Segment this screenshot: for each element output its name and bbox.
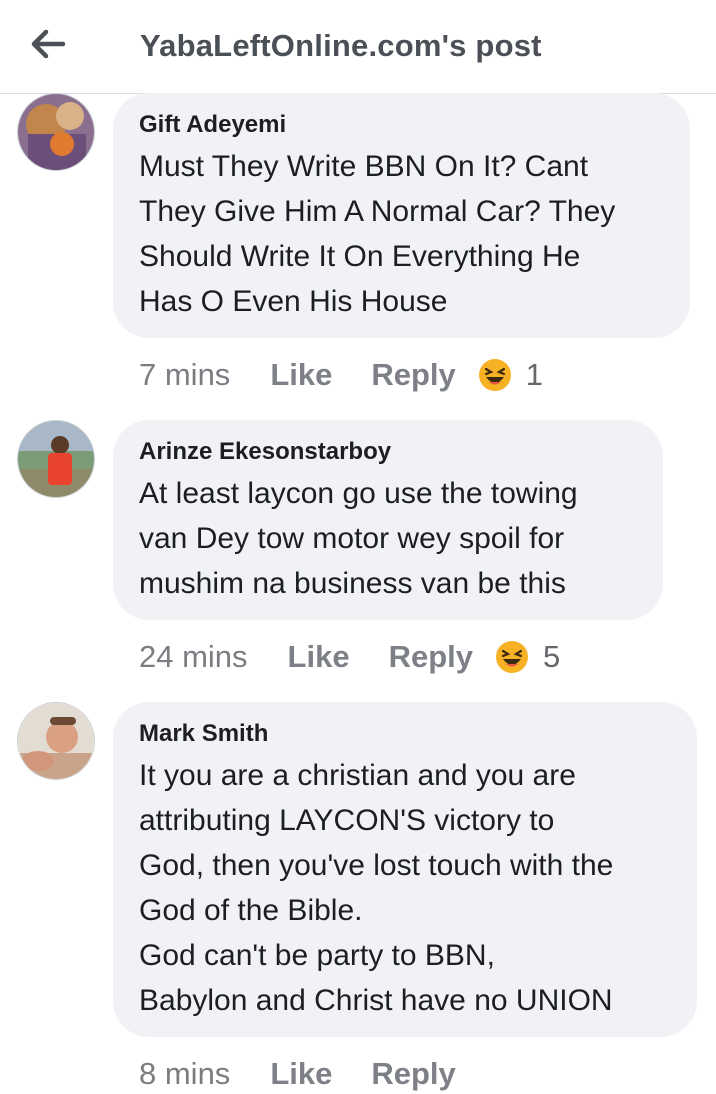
reply-button[interactable]: Reply bbox=[371, 1056, 455, 1092]
comment-timestamp[interactable]: 24 mins bbox=[139, 639, 248, 675]
like-button[interactable]: Like bbox=[270, 1056, 332, 1092]
avatar[interactable] bbox=[17, 420, 95, 498]
reaction-summary[interactable]: 5 bbox=[495, 639, 560, 675]
comment-text: Must They Write BBN On It? Cant They Giv… bbox=[139, 150, 616, 318]
avatar[interactable] bbox=[17, 93, 95, 171]
comment-actions: 24 mins Like Reply 5 bbox=[139, 637, 560, 677]
avatar[interactable] bbox=[17, 702, 95, 780]
like-button[interactable]: Like bbox=[288, 639, 350, 675]
comment-bubble: Mark Smith It you are a christian and yo… bbox=[113, 702, 697, 1037]
comment-actions: 8 mins Like Reply bbox=[139, 1054, 495, 1094]
comment-author[interactable]: Arinze Ekesonstarboy bbox=[139, 437, 639, 467]
comment-timestamp[interactable]: 7 mins bbox=[139, 357, 230, 393]
comment-actions: 7 mins Like Reply 1 bbox=[139, 355, 543, 395]
reaction-summary[interactable]: 1 bbox=[478, 357, 543, 393]
reaction-count: 5 bbox=[543, 639, 561, 674]
comment-timestamp[interactable]: 8 mins bbox=[139, 1056, 230, 1092]
reaction-count: 1 bbox=[525, 357, 544, 392]
comment-author[interactable]: Mark Smith bbox=[139, 719, 673, 749]
post-header: YabaLeftOnline.com's post bbox=[0, 0, 716, 94]
page-title: YabaLeftOnline.com's post bbox=[140, 28, 542, 63]
comment-bubble: Gift Adeyemi Must They Write BBN On It? … bbox=[113, 93, 690, 338]
like-button[interactable]: Like bbox=[270, 357, 332, 393]
laughing-emoji-icon bbox=[496, 641, 528, 673]
comment-bubble: Arinze Ekesonstarboy At least laycon go … bbox=[113, 420, 663, 620]
comment-text: It you are a christian and you are attri… bbox=[139, 759, 614, 1017]
comment-text: At least laycon go use the towing van De… bbox=[139, 477, 578, 600]
comment-author[interactable]: Gift Adeyemi bbox=[139, 110, 666, 140]
laughing-emoji-icon bbox=[478, 359, 511, 391]
arrow-left-icon bbox=[31, 29, 66, 59]
reply-button[interactable]: Reply bbox=[371, 357, 455, 393]
reply-button[interactable]: Reply bbox=[389, 639, 473, 675]
back-button[interactable] bbox=[22, 22, 74, 66]
